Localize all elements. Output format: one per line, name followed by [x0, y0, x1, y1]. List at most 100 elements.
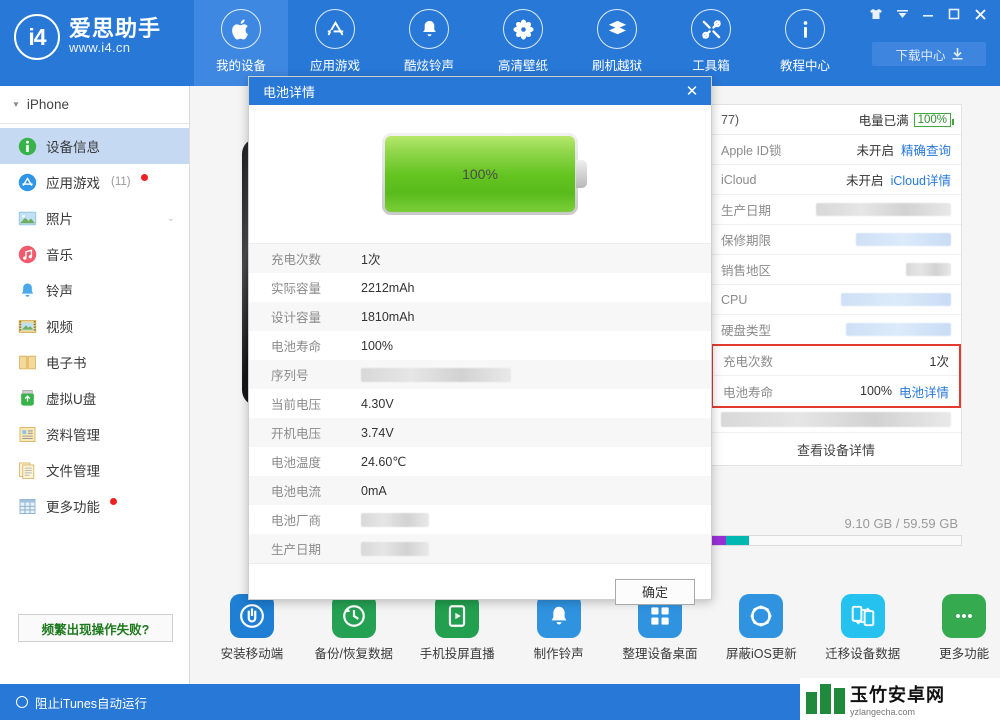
device-info-row: Apple ID锁 未开启 精确查询 — [711, 135, 961, 165]
battery-detail-row: 序列号 — [249, 360, 711, 389]
sidebar-item-8[interactable]: 虚拟U盘 — [0, 380, 189, 416]
tool-button-6[interactable]: 屏蔽iOS更新 — [726, 594, 798, 662]
sidebar-item-3[interactable]: 照片 ⌄ — [0, 200, 189, 236]
shirt-icon[interactable] — [864, 4, 888, 24]
blurred-info-row — [711, 407, 961, 433]
battery-detail-key: 电池温度 — [271, 456, 322, 470]
sidebar-item-7[interactable]: 电子书 — [0, 344, 189, 380]
battery-detail-key: 当前电压 — [271, 398, 322, 412]
file-icon — [18, 461, 37, 480]
sidebar-item-2[interactable]: 应用游戏 (11) — [0, 164, 189, 200]
sidebar-item-5[interactable]: 铃声 — [0, 272, 189, 308]
sidebar-item-9[interactable]: 资料管理 — [0, 416, 189, 452]
music-icon — [18, 245, 37, 264]
block-ios-update-icon — [739, 594, 784, 638]
device-info-value: 未开启 — [846, 174, 884, 188]
confirm-button[interactable]: 确定 — [615, 578, 695, 605]
battery-detail-row: 开机电压 3.74V — [249, 418, 711, 447]
sidebar-item-11[interactable]: 更多功能 — [0, 488, 189, 524]
nav-tab-label: 刷机越狱 — [591, 59, 642, 73]
brand-logo[interactable]: i4 爱思助手 www.i4.cn — [14, 14, 161, 60]
nav-tab-5[interactable]: 刷机越狱 — [570, 0, 664, 86]
battery-detail-row: 当前电压 4.30V — [249, 389, 711, 418]
block-itunes-toggle[interactable]: 阻止iTunes自动运行 — [0, 693, 147, 712]
sidebar-item-label: 资料管理 — [46, 428, 100, 443]
logo-mark-icon: i4 — [14, 14, 60, 60]
video-icon — [18, 317, 37, 336]
device-info-row: 销售地区 — [711, 255, 961, 285]
device-info-key: Apple ID锁 — [721, 144, 782, 158]
nav-tab-label: 高清壁纸 — [497, 59, 548, 73]
battery-detail-key: 充电次数 — [271, 253, 322, 267]
battery-detail-row: 实际容量 2212mAh — [249, 273, 711, 302]
device-info-key: 硬盘类型 — [721, 324, 772, 338]
radio-circle-icon — [16, 696, 28, 708]
appstore-icon — [315, 9, 355, 49]
block-itunes-label: 阻止iTunes自动运行 — [35, 696, 148, 711]
battery-highlight-row: 电池寿命 100% 电池详情 — [713, 376, 959, 406]
sidebar-item-4[interactable]: 音乐 — [0, 236, 189, 272]
view-device-details-button[interactable]: 查看设备详情 — [711, 433, 961, 465]
battery-detail-key: 电池寿命 — [271, 340, 322, 354]
device-info-link[interactable]: 精确查询 — [901, 140, 951, 159]
bell-icon — [409, 9, 449, 49]
battery-detail-row: 电池寿命 100% — [249, 331, 711, 360]
caret-down-icon: ▼ — [12, 100, 20, 109]
confirm-button-label: 确定 — [641, 585, 668, 600]
battery-details-link[interactable]: 电池详情 — [899, 382, 949, 401]
nav-tab-6[interactable]: 工具箱 — [664, 0, 758, 86]
app-window: i4 爱思助手 www.i4.cn 我的设备应用游戏 酷炫铃声 高清壁纸 刷机越狱 工具… — [0, 0, 1000, 720]
sidebar-help-button[interactable]: 频繁出现操作失败? — [18, 614, 173, 642]
more-dots-icon — [942, 594, 987, 638]
close-icon[interactable] — [968, 4, 992, 24]
sidebar-device-header[interactable]: ▼ iPhone — [0, 86, 189, 124]
nav-tab-label: 酷炫铃声 — [403, 59, 454, 73]
battery-percent-badge: 100% — [913, 112, 955, 127]
nav-tab-7[interactable]: 教程中心 — [758, 0, 852, 86]
device-info-key: 销售地区 — [721, 264, 772, 278]
battery-status-label: 电量已满 — [858, 114, 909, 128]
sidebar-item-10[interactable]: 文件管理 — [0, 452, 189, 488]
sidebar-item-6[interactable]: 视频 — [0, 308, 189, 344]
minimize-icon[interactable] — [916, 4, 940, 24]
battery-detail-key: 生产日期 — [271, 543, 322, 557]
device-info-key: iCloud — [721, 172, 757, 187]
storage-section: 9.10 GB / 59.59 GB — [710, 516, 962, 546]
book-icon — [18, 353, 37, 372]
device-info-panel: 77) 电量已满 100% Apple ID锁 未开启 精确查询 iCloud 未开启 i… — [710, 104, 962, 466]
sidebar-item-label: 应用游戏 — [46, 176, 100, 191]
battery-detail-row: 电池厂商 — [249, 505, 711, 534]
sidebar-item-1[interactable]: 设备信息 — [0, 128, 189, 164]
battery-body-icon: 100% — [382, 133, 587, 215]
nav-tab-1[interactable]: 我的设备 — [194, 0, 288, 86]
chevron-down-icon[interactable] — [890, 4, 914, 24]
battery-detail-key: 序列号 — [271, 369, 309, 383]
dialog-title: 电池详情 — [263, 84, 316, 100]
tool-button-7[interactable]: 迁移设备数据 — [825, 594, 900, 662]
nav-tab-2[interactable]: 应用游戏 — [288, 0, 382, 86]
sidebar-item-label: 更多功能 — [46, 500, 100, 515]
battery-detail-key: 电池电流 — [271, 485, 322, 499]
ringtone-bell-icon — [18, 281, 37, 300]
device-info-value: 未开启 — [856, 144, 894, 158]
chevron-down-icon[interactable]: ⌄ — [167, 213, 175, 224]
device-info-key: 保修期限 — [721, 234, 772, 248]
nav-tab-label: 应用游戏 — [309, 59, 360, 73]
download-center-button[interactable]: 下载中心 — [872, 42, 986, 66]
tool-button-8[interactable]: 更多功能 — [928, 594, 1000, 662]
close-icon[interactable]: ✕ — [679, 77, 705, 105]
device-info-row: 保修期限 — [711, 225, 961, 255]
sidebar-item-label: 电子书 — [46, 356, 87, 371]
sidebar-device-name: iPhone — [26, 97, 69, 112]
nav-tab-label: 工具箱 — [692, 59, 730, 73]
notification-badge-icon — [110, 497, 117, 505]
device-info-link[interactable]: iCloud详情 — [891, 170, 951, 189]
maximize-icon[interactable] — [942, 4, 966, 24]
device-info-row: 生产日期 — [711, 195, 961, 225]
nav-tab-3[interactable]: 酷炫铃声 — [382, 0, 476, 86]
battery-detail-value: 24.60℃ — [361, 455, 407, 469]
nav-tab-4[interactable]: 高清壁纸 — [476, 0, 570, 86]
battery-detail-value: 1810mAh — [361, 309, 415, 324]
sidebar-item-label: 文件管理 — [46, 464, 100, 479]
battery-detail-value: 1次 — [361, 253, 381, 267]
